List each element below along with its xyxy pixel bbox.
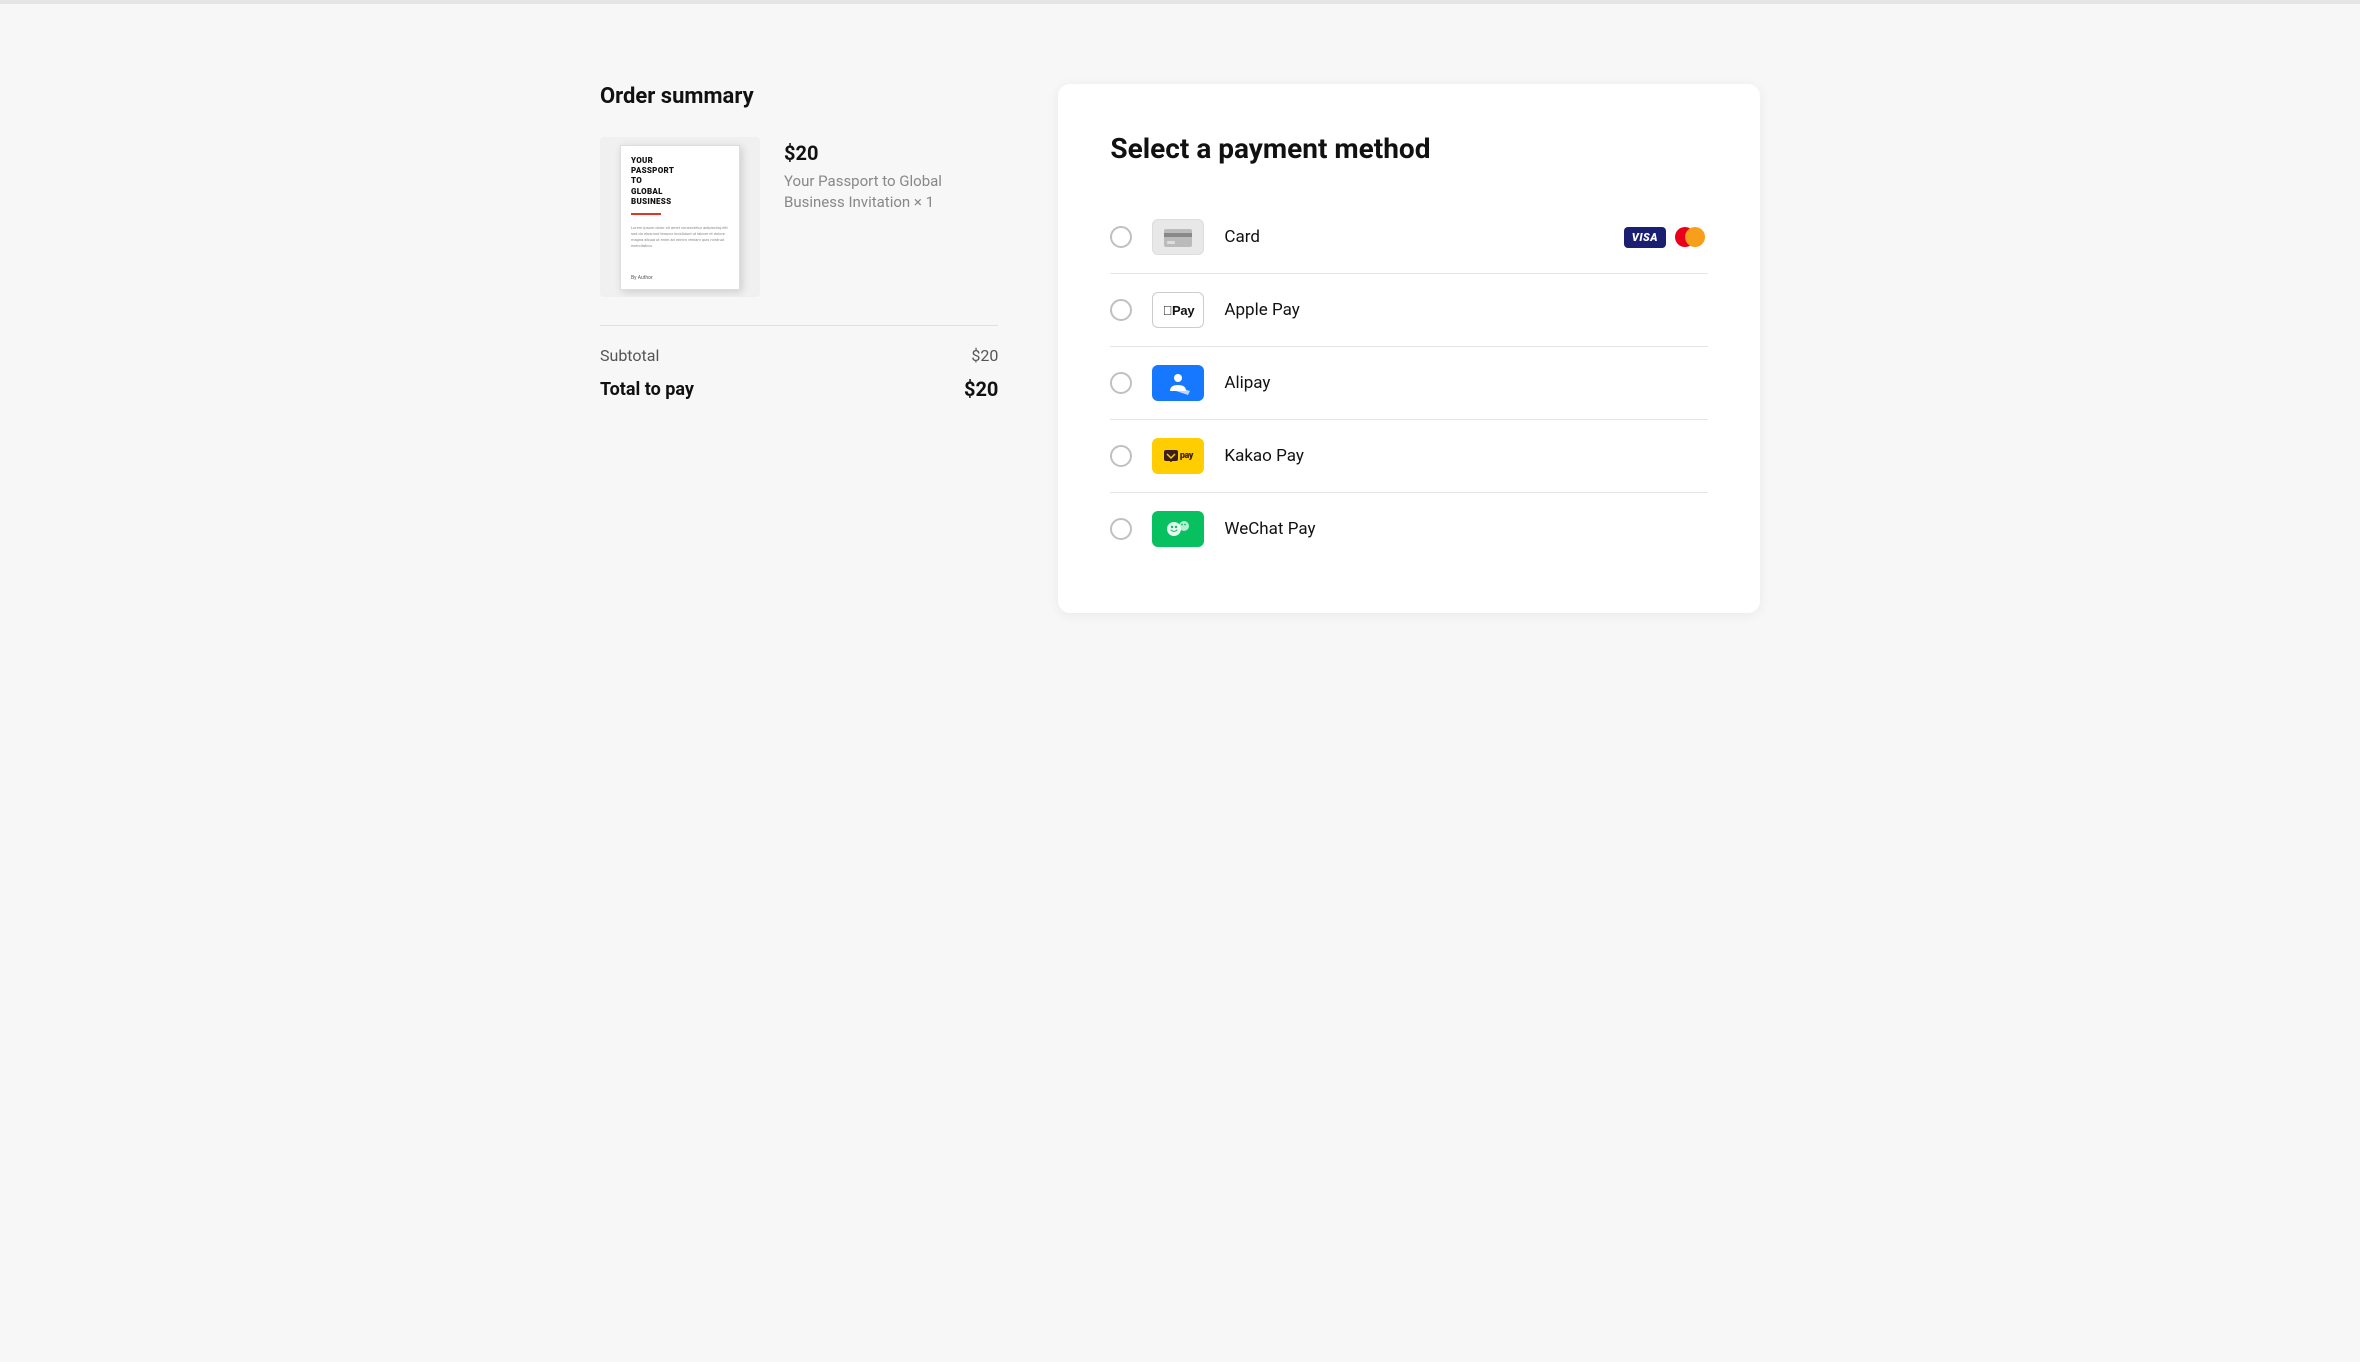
radio-wechatpay[interactable] [1110,518,1132,540]
card-icon [1152,219,1204,255]
kakaopay-label: Kakao Pay [1224,446,1708,466]
card-badges: VISA [1624,225,1708,249]
kakaopay-icon: pay [1152,438,1204,474]
payment-panel-title: Select a payment method [1110,132,1708,165]
order-summary-title: Order summary [600,84,998,109]
book-author: By Author [631,275,653,281]
book-body-text: Lorem ipsum dolor sit amet consectetur a… [631,225,731,249]
page-container: Order summary YOUR PASSPORT TO GLOBAL BU… [480,4,1880,693]
payment-option-wechatpay[interactable]: WeChat Pay [1110,493,1708,565]
radio-applepay[interactable] [1110,299,1132,321]
total-label: Total to pay [600,379,694,400]
applepay-icon-text: Pay [1163,303,1195,318]
applepay-label: Apple Pay [1224,300,1708,320]
payment-panel: Select a payment method Card VISA [1058,84,1760,613]
mastercard-badge [1672,225,1708,249]
product-image: YOUR PASSPORT TO GLOBAL BUSINESS Lorem i… [600,137,760,297]
subtotal-label: Subtotal [600,346,659,365]
payment-option-card[interactable]: Card VISA [1110,201,1708,274]
payment-option-alipay[interactable]: Alipay [1110,347,1708,420]
visa-badge: VISA [1624,227,1666,248]
radio-kakaopay[interactable] [1110,445,1132,467]
mc-orange-circle [1685,227,1705,247]
subtotal-row: Subtotal $20 [600,346,998,365]
wechatpay-icon [1152,511,1204,547]
alipay-label: Alipay [1224,373,1708,393]
book-title-text: YOUR PASSPORT TO GLOBAL BUSINESS [631,156,674,208]
product-info: $20 Your Passport to Global Business Inv… [784,137,998,213]
radio-alipay[interactable] [1110,372,1132,394]
alipay-icon [1152,365,1204,401]
total-value: $20 [964,377,998,401]
book-cover: YOUR PASSPORT TO GLOBAL BUSINESS Lorem i… [620,145,740,290]
applepay-icon: Pay [1152,292,1204,328]
payment-option-kakaopay[interactable]: pay Kakao Pay [1110,420,1708,493]
wechatpay-label: WeChat Pay [1224,519,1708,539]
product-row: YOUR PASSPORT TO GLOBAL BUSINESS Lorem i… [600,137,998,297]
product-price: $20 [784,141,998,165]
order-summary-section: Order summary YOUR PASSPORT TO GLOBAL BU… [600,84,998,401]
radio-card[interactable] [1110,226,1132,248]
subtotal-value: $20 [971,346,998,365]
total-row: Total to pay $20 [600,377,998,401]
book-red-line [631,213,661,215]
payment-option-applepay[interactable]: Pay Apple Pay [1110,274,1708,347]
product-name: Your Passport to Global Business Invitat… [784,171,998,213]
card-label: Card [1224,227,1603,247]
divider [600,325,998,326]
